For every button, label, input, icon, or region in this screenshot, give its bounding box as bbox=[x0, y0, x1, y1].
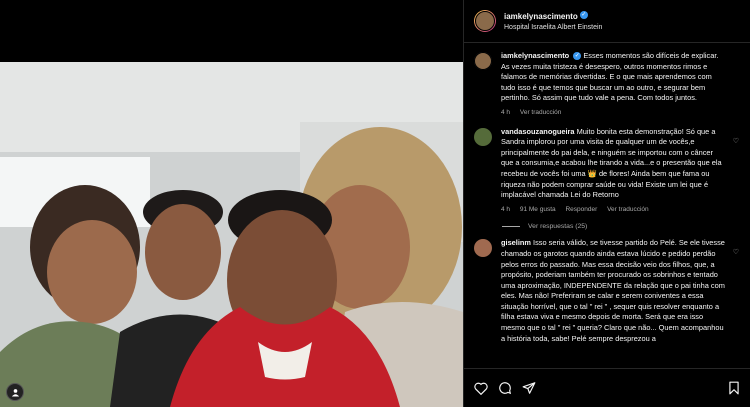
save-button[interactable] bbox=[727, 381, 741, 395]
user-icon bbox=[11, 388, 19, 397]
bookmark-icon bbox=[729, 381, 739, 395]
view-replies-label[interactable]: Ver respuestas (25) bbox=[528, 223, 587, 230]
comment-username[interactable]: iamkelynascimento bbox=[501, 51, 569, 60]
comment-item: vandasouzanogueira Muito bonita esta dem… bbox=[474, 127, 741, 216]
post-username[interactable]: iamkelynascimento bbox=[504, 12, 578, 21]
post-location[interactable]: Hospital Israelita Albert Einstein bbox=[504, 22, 602, 33]
divider bbox=[502, 226, 520, 228]
avatar[interactable] bbox=[474, 239, 492, 258]
post-media[interactable] bbox=[0, 0, 463, 407]
translate-link[interactable]: Ver traducción bbox=[607, 206, 649, 213]
comment-time[interactable]: 4 h bbox=[501, 206, 510, 213]
heart-icon[interactable]: ♡ bbox=[733, 137, 739, 145]
tagged-user-button[interactable] bbox=[6, 383, 24, 401]
heart-icon bbox=[474, 382, 488, 395]
group-selfie-image bbox=[0, 62, 463, 407]
comment-username[interactable]: giselinm bbox=[501, 238, 531, 247]
verified-badge-icon: ✓ bbox=[579, 10, 588, 19]
comment-button[interactable] bbox=[498, 381, 512, 395]
heart-icon[interactable]: ♡ bbox=[733, 248, 739, 256]
comment-icon bbox=[499, 382, 512, 395]
comment-text: Muito bonita esta demonstração! Só que a… bbox=[501, 126, 722, 200]
caption-comment: iamkelynascimento ✓ Esses momentos são d… bbox=[474, 51, 741, 119]
post-detail-panel: iamkelynascimento ✓ Hospital Israelita Al… bbox=[463, 0, 750, 407]
send-icon bbox=[522, 382, 536, 394]
comment-text: Isso seria válido, se tivesse partido do… bbox=[501, 238, 725, 343]
view-replies-button[interactable]: Ver respuestas (25) bbox=[502, 223, 741, 230]
translate-link[interactable]: Ver traducción bbox=[520, 109, 562, 116]
reply-link[interactable]: Responder bbox=[565, 206, 597, 213]
post-header: iamkelynascimento ✓ Hospital Israelita Al… bbox=[464, 0, 750, 43]
verified-badge-icon: ✓ bbox=[573, 52, 582, 61]
share-button[interactable] bbox=[522, 381, 536, 395]
post-photo[interactable] bbox=[0, 62, 463, 407]
avatar[interactable] bbox=[474, 52, 492, 70]
comment-time[interactable]: 4 h bbox=[501, 109, 510, 116]
comment-likes[interactable]: 91 Me gusta bbox=[520, 206, 556, 213]
action-bar bbox=[464, 368, 750, 407]
like-button[interactable] bbox=[474, 381, 488, 395]
comments-list[interactable]: iamkelynascimento ✓ Esses momentos são d… bbox=[464, 43, 750, 369]
avatar[interactable] bbox=[474, 10, 496, 32]
avatar[interactable] bbox=[474, 127, 492, 146]
comment-username[interactable]: vandasouzanogueira bbox=[501, 127, 575, 136]
comment-item: giselinm Isso seria válido, se tivesse p… bbox=[474, 238, 741, 344]
